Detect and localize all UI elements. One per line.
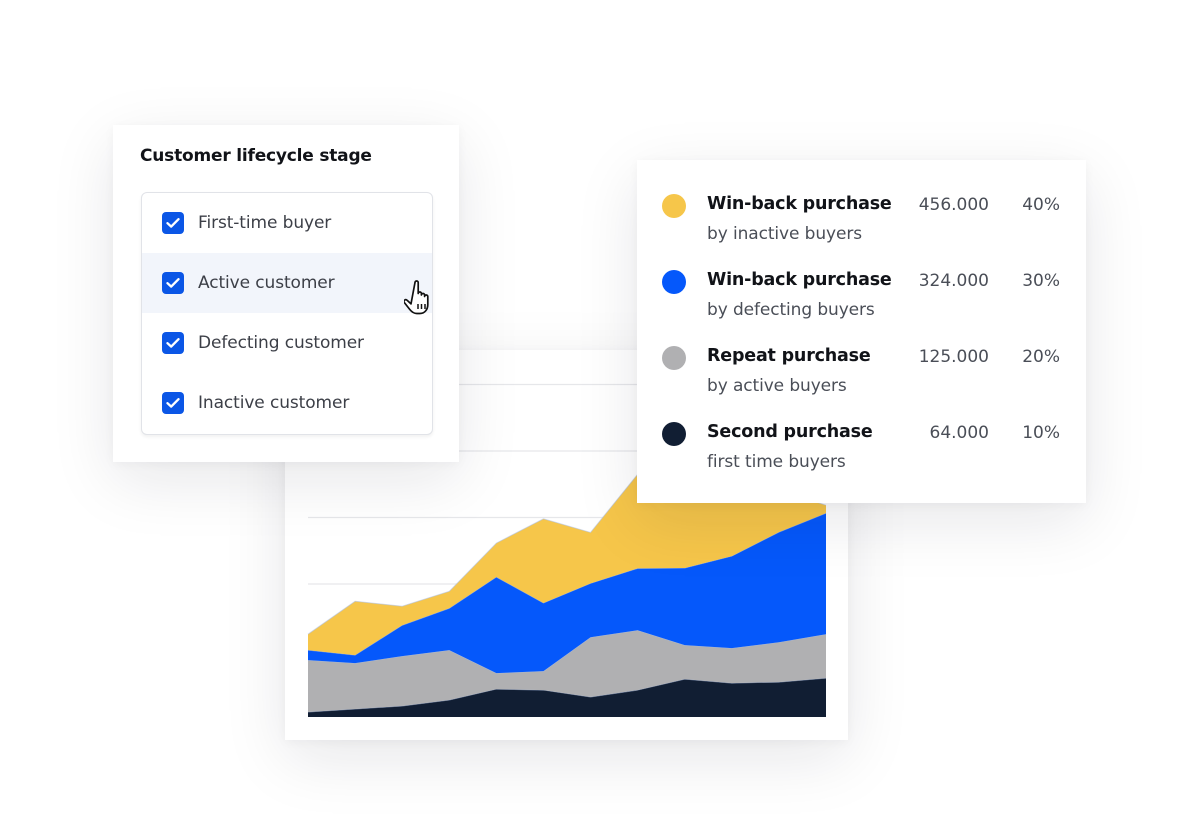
checkbox-checked[interactable]	[162, 332, 184, 354]
legend-item-value: 125.000	[918, 347, 989, 367]
legend-item-name: Second purchase	[707, 422, 873, 442]
chart-legend-panel: Win-back purchase by inactive buyers 456…	[637, 160, 1086, 503]
filter-item-active-customer[interactable]: Active customer	[142, 253, 432, 313]
filter-item-defecting-customer[interactable]: Defecting customer	[142, 313, 432, 373]
filter-item-label: Defecting customer	[198, 333, 364, 353]
filter-item-label: Active customer	[198, 273, 335, 293]
checkmark-icon	[166, 278, 180, 288]
legend-item-value: 324.000	[918, 271, 989, 291]
checkmark-icon	[166, 338, 180, 348]
checkbox-checked[interactable]	[162, 212, 184, 234]
legend-item-name: Repeat purchase	[707, 346, 871, 366]
checkmark-icon	[166, 398, 180, 408]
area-layers	[307, 473, 827, 717]
legend-item-percent: 40%	[1022, 195, 1060, 215]
filter-title: Customer lifecycle stage	[140, 146, 372, 166]
checkbox-checked[interactable]	[162, 392, 184, 414]
legend-item-repeat-active: Repeat purchase by active buyers 125.000…	[637, 312, 1086, 396]
legend-color-dot	[662, 194, 686, 218]
lifecycle-filter-panel: Customer lifecycle stage First-time buye…	[113, 125, 459, 462]
legend-item-value: 456.000	[918, 195, 989, 215]
checkbox-checked[interactable]	[162, 272, 184, 294]
filter-item-label: First-time buyer	[198, 213, 332, 233]
legend-color-dot	[662, 422, 686, 446]
legend-item-name: Win-back purchase	[707, 194, 892, 214]
hand-pointer-cursor-icon	[404, 280, 429, 315]
legend-color-dot	[662, 346, 686, 370]
filter-item-label: Inactive customer	[198, 393, 350, 413]
lifecycle-stage-list: First-time buyer Active customer Defecti…	[141, 192, 433, 435]
legend-item-subtitle: first time buyers	[707, 452, 846, 472]
legend-item-second-first-time: Second purchase first time buyers 64.000…	[637, 388, 1086, 472]
legend-item-value: 64.000	[929, 423, 989, 443]
filter-item-first-time-buyer[interactable]: First-time buyer	[142, 193, 432, 253]
checkmark-icon	[166, 218, 180, 228]
legend-item-percent: 30%	[1022, 271, 1060, 291]
legend-item-percent: 10%	[1022, 423, 1060, 443]
filter-item-inactive-customer[interactable]: Inactive customer	[142, 373, 432, 433]
legend-item-winback-inactive: Win-back purchase by inactive buyers 456…	[637, 160, 1086, 244]
legend-color-dot	[662, 270, 686, 294]
legend-item-name: Win-back purchase	[707, 270, 892, 290]
legend-item-winback-defecting: Win-back purchase by defecting buyers 32…	[637, 236, 1086, 320]
legend-item-percent: 20%	[1022, 347, 1060, 367]
